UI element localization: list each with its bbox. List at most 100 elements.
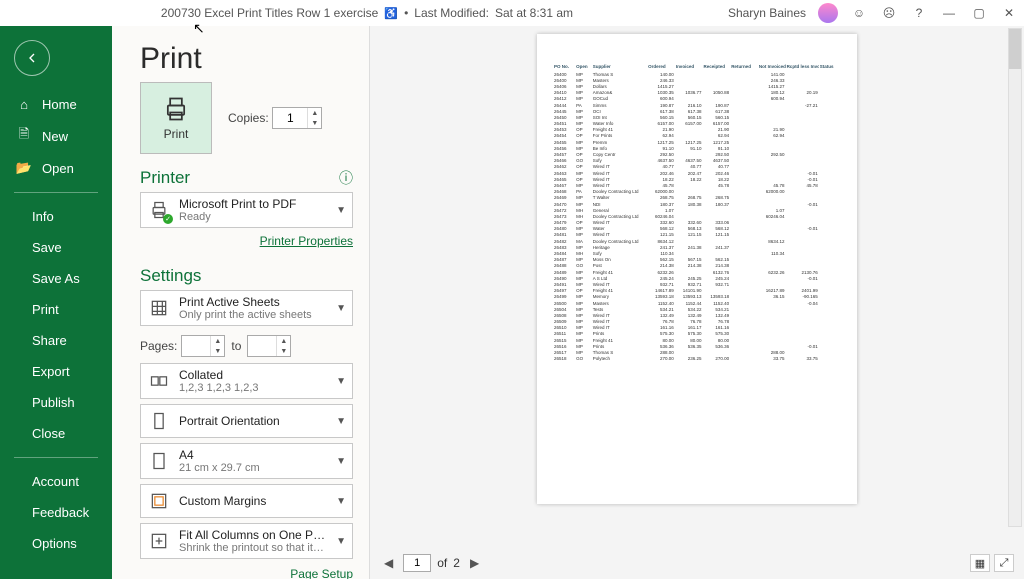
sidebar-save[interactable]: Save xyxy=(0,232,112,263)
print-button[interactable]: Print xyxy=(140,82,212,154)
pages-from-spinner[interactable]: ▲▼ xyxy=(181,335,225,357)
table-header: Open xyxy=(575,64,592,71)
spinner-down[interactable]: ▼ xyxy=(277,346,290,356)
page-setup-link[interactable]: Page Setup xyxy=(290,567,353,579)
sidebar-open[interactable]: 📂 Open xyxy=(0,152,112,184)
minimize-button[interactable]: — xyxy=(940,4,958,22)
sidebar-close[interactable]: Close xyxy=(0,418,112,449)
sidebar-share[interactable]: Share xyxy=(0,325,112,356)
margins-label: Custom Margins xyxy=(179,494,328,508)
pages-from-input[interactable] xyxy=(182,336,210,356)
user-avatar[interactable] xyxy=(818,3,838,23)
info-icon[interactable]: ⓘ xyxy=(339,168,353,188)
table-cell: 270.00 xyxy=(703,356,731,362)
accessibility-icon[interactable]: ♿ xyxy=(384,7,398,20)
scaling-title: Fit All Columns on One Page xyxy=(179,528,328,542)
sidebar-new-label: New xyxy=(42,129,68,144)
collated-subtitle: 1,2,3 1,2,3 1,2,3 xyxy=(179,382,328,394)
settings-section-header: Settings xyxy=(140,266,201,286)
face-sad-icon[interactable]: ☹ xyxy=(880,4,898,22)
help-icon[interactable]: ? xyxy=(910,4,928,22)
chevron-down-icon: ▼ xyxy=(336,496,346,507)
sidebar-publish[interactable]: Publish xyxy=(0,387,112,418)
pages-label: Pages: xyxy=(140,339,177,353)
of-label: of xyxy=(437,556,447,570)
sidebar-account[interactable]: Account xyxy=(0,466,112,497)
printer-icon xyxy=(162,95,190,123)
orientation-label: Portrait Orientation xyxy=(179,414,328,428)
chevron-down-icon: ▼ xyxy=(336,416,346,427)
separator: • xyxy=(404,6,408,20)
restore-button[interactable]: ▢ xyxy=(970,4,988,22)
prev-page-button[interactable]: ◀ xyxy=(380,554,397,572)
chevron-down-icon: ▼ xyxy=(336,205,346,216)
paper-size-dropdown[interactable]: A4 21 cm x 29.7 cm ▼ xyxy=(140,443,353,479)
margins-dropdown[interactable]: Custom Margins ▼ xyxy=(140,484,353,518)
page-number-input[interactable] xyxy=(403,554,431,572)
copies-input[interactable] xyxy=(273,108,307,128)
table-cell: 270.00 xyxy=(647,356,675,362)
close-window-button[interactable]: ✕ xyxy=(1000,4,1018,22)
sidebar-home[interactable]: ⌂ Home xyxy=(0,88,112,120)
separator xyxy=(14,192,98,193)
back-button[interactable] xyxy=(14,40,50,76)
print-scope-dropdown[interactable]: Print Active Sheets Only print the activ… xyxy=(140,290,353,326)
copies-spinner[interactable]: ▲▼ xyxy=(272,107,322,129)
spinner-down[interactable]: ▼ xyxy=(211,346,224,356)
table-cell: 26518 xyxy=(553,356,575,362)
table-header: Not Invoiced xyxy=(758,64,786,71)
portrait-icon xyxy=(147,409,171,433)
vertical-scrollbar[interactable] xyxy=(1008,28,1022,527)
zoom-to-page-button[interactable]: ⤢ xyxy=(994,554,1014,572)
collated-icon xyxy=(147,369,171,393)
pages-to-spinner[interactable]: ▲▼ xyxy=(247,335,291,357)
pages-to-input[interactable] xyxy=(248,336,276,356)
collated-dropdown[interactable]: Collated 1,2,3 1,2,3 1,2,3 ▼ xyxy=(140,363,353,399)
scaling-subtitle: Shrink the printout so that it… xyxy=(179,542,328,554)
table-cell: Dooley Contracting Ltd xyxy=(592,189,647,195)
table-cell: Dooley Contracting Ltd xyxy=(592,238,647,244)
scaling-icon xyxy=(147,529,171,553)
orientation-dropdown[interactable]: Portrait Orientation ▼ xyxy=(140,404,353,438)
table-cell: 33.75 xyxy=(786,356,819,362)
spinner-down[interactable]: ▼ xyxy=(308,118,321,128)
paper-title: A4 xyxy=(179,448,328,462)
sidebar-options[interactable]: Options xyxy=(0,528,112,559)
table-cell: Polytech xyxy=(592,356,647,362)
scaling-dropdown[interactable]: Fit All Columns on One Page Shrink the p… xyxy=(140,523,353,559)
spinner-up[interactable]: ▲ xyxy=(308,108,321,118)
print-preview-area: PO No.OpenSupplierOrderedInvoicedReceipt… xyxy=(370,26,1024,579)
user-name[interactable]: Sharyn Baines xyxy=(728,6,806,20)
table-header: Receipted xyxy=(703,64,731,71)
sidebar-new[interactable]: 🗎 New xyxy=(0,120,112,152)
table-cell: 236.25 xyxy=(675,356,703,362)
show-margins-button[interactable]: ▦ xyxy=(970,554,990,572)
printer-icon: ✓ xyxy=(147,198,171,222)
scope-subtitle: Only print the active sheets xyxy=(179,309,328,321)
check-icon: ✓ xyxy=(163,214,173,224)
grid-icon xyxy=(147,296,171,320)
face-smile-icon[interactable]: ☺ xyxy=(850,4,868,22)
preview-table: PO No.OpenSupplierOrderedInvoicedReceipt… xyxy=(553,64,841,362)
printer-section-header: Printer xyxy=(140,168,190,188)
sidebar-feedback[interactable]: Feedback xyxy=(0,497,112,528)
page-navigator: ◀ of 2 ▶ xyxy=(380,554,483,572)
sidebar-open-label: Open xyxy=(42,161,74,176)
sidebar-save-as[interactable]: Save As xyxy=(0,263,112,294)
sidebar-info[interactable]: Info xyxy=(0,201,112,232)
paper-subtitle: 21 cm x 29.7 cm xyxy=(179,462,328,474)
pages-to-label: to xyxy=(231,339,241,353)
document-title: 200730 Excel Print Titles Row 1 exercise xyxy=(161,6,378,20)
next-page-button[interactable]: ▶ xyxy=(466,554,483,572)
printer-properties-link[interactable]: Printer Properties xyxy=(260,234,353,248)
printer-dropdown[interactable]: ✓ Microsoft Print to PDF Ready ▼ xyxy=(140,192,353,228)
table-cell xyxy=(730,356,758,362)
spinner-up[interactable]: ▲ xyxy=(211,336,224,346)
table-cell: 33.75 xyxy=(758,356,786,362)
sidebar-export[interactable]: Export xyxy=(0,356,112,387)
scrollbar-thumb[interactable] xyxy=(1009,29,1021,69)
spinner-up[interactable]: ▲ xyxy=(277,336,290,346)
sidebar-print[interactable]: Print xyxy=(0,294,112,325)
margins-icon xyxy=(147,489,171,513)
chevron-down-icon: ▼ xyxy=(336,376,346,387)
